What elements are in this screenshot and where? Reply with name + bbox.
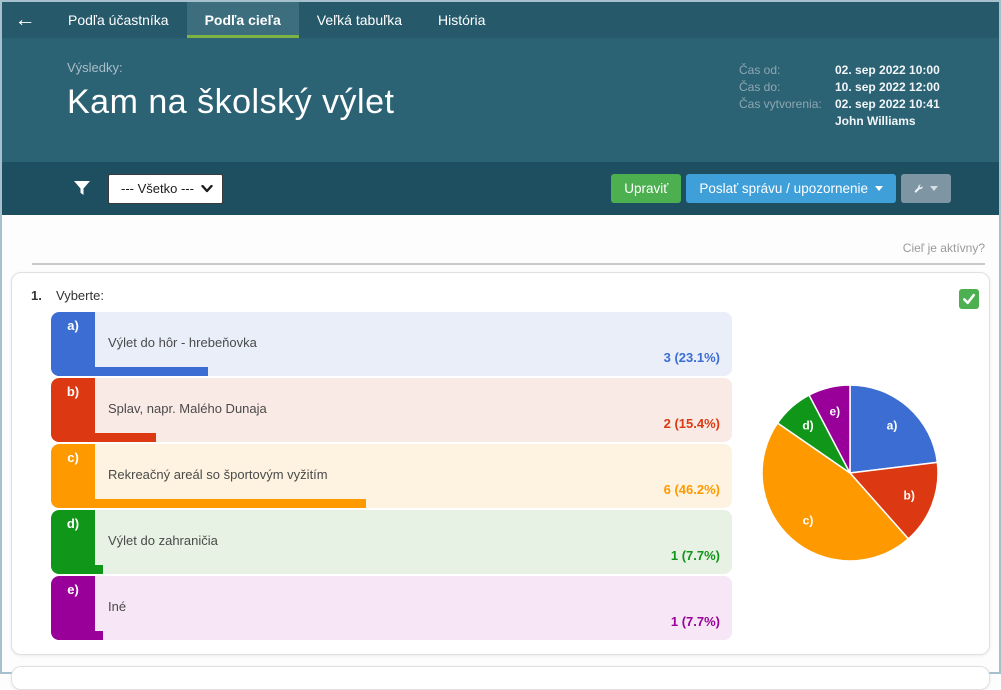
- option-row-c: c) Rekreačný areál so športovým vyžitím 6 …: [51, 444, 732, 508]
- tools-button[interactable]: [901, 174, 951, 203]
- edit-button-label: Upraviť: [624, 181, 668, 196]
- option-label: Rekreačný areál so športovým vyžitím: [108, 467, 328, 482]
- pie-slice-label: c): [803, 513, 814, 527]
- top-nav: ← Podľa účastníkaPodľa cieľaVeľká tabuľk…: [2, 2, 999, 38]
- results-page: { "nav": { "back_icon": "arrow-left", "t…: [0, 0, 1001, 674]
- question-text: Vyberte:: [56, 288, 104, 303]
- option-badge: a): [51, 312, 95, 376]
- toolbar: --- Všetko --- Upraviť Poslať správu / u…: [2, 162, 999, 215]
- check-icon: [962, 293, 976, 305]
- caret-down-icon: [930, 186, 938, 191]
- results-subtitle: Výsledky:: [67, 60, 394, 75]
- filter-funnel-icon[interactable]: [74, 181, 90, 196]
- option-progress-bar: [51, 499, 366, 508]
- pie-slice-label: a): [887, 419, 898, 433]
- meta-label: Čas od:: [739, 62, 835, 79]
- nav-tab-2[interactable]: Veľká tabuľka: [299, 2, 420, 38]
- meta-label: Čas vytvorenia:: [739, 96, 835, 130]
- option-badge: c): [51, 444, 95, 508]
- question-number: 1.: [31, 288, 42, 303]
- option-badge: e): [51, 576, 95, 640]
- option-label: Splav, napr. Malého Dunaja: [108, 401, 267, 416]
- pie-chart: a) b) c) d) e): [760, 383, 940, 563]
- meta-value: 02. sep 2022 10:00: [835, 62, 985, 79]
- next-question-card: [11, 666, 990, 690]
- option-value: 3 (23.1%): [664, 350, 720, 365]
- pie-slice-label: d): [802, 419, 813, 433]
- option-label: Iné: [108, 599, 126, 614]
- option-row-d: d) Výlet do zahraničia 1 (7.7%): [51, 510, 732, 574]
- caret-down-icon: [875, 186, 883, 191]
- nav-tab-0[interactable]: Podľa účastníka: [50, 2, 187, 38]
- time-metadata: Čas od:02. sep 2022 10:00Čas do:10. sep …: [739, 62, 985, 130]
- goal-active-checkbox[interactable]: [959, 289, 979, 309]
- meta-label: Čas do:: [739, 79, 835, 96]
- option-row-e: e) Iné 1 (7.7%): [51, 576, 732, 640]
- results-header: Výsledky: Kam na školský výlet Čas od:02…: [2, 38, 999, 162]
- option-value: 2 (15.4%): [664, 416, 720, 431]
- send-message-label: Poslať správu / upozornenie: [699, 181, 868, 196]
- wrench-icon: [914, 181, 923, 196]
- nav-tab-3[interactable]: História: [420, 2, 503, 38]
- option-value: 1 (7.7%): [671, 614, 720, 629]
- filter-select[interactable]: --- Všetko ---: [108, 174, 223, 204]
- page-title: Kam na školský výlet: [67, 83, 394, 122]
- meta-value: 10. sep 2022 12:00: [835, 79, 985, 96]
- option-row-a: a) Výlet do hôr - hrebeňovka 3 (23.1%): [51, 312, 732, 376]
- option-label: Výlet do zahraničia: [108, 533, 218, 548]
- option-badge: b): [51, 378, 95, 442]
- option-value: 1 (7.7%): [671, 548, 720, 563]
- question-card: 1. Vyberte: a) Výlet do hôr - hrebeňovka 3…: [11, 272, 990, 655]
- option-value: 6 (46.2%): [664, 482, 720, 497]
- option-row-b: b) Splav, napr. Malého Dunaja 2 (15.4%): [51, 378, 732, 442]
- pie-slice-label: e): [829, 405, 840, 419]
- content-area: Cieľ je aktívny? 1. Vyberte: a) Výlet do …: [2, 215, 999, 672]
- nav-tab-1[interactable]: Podľa cieľa: [187, 2, 299, 38]
- option-badge: d): [51, 510, 95, 574]
- back-arrow-icon[interactable]: ←: [2, 2, 48, 38]
- answer-options: a) Výlet do hôr - hrebeňovka 3 (23.1%) b) Sp…: [51, 312, 732, 642]
- pie-slice-label: b): [904, 489, 915, 503]
- meta-value: 02. sep 2022 10:41John Williams: [835, 96, 985, 130]
- title-block: Výsledky: Kam na školský výlet: [67, 60, 394, 122]
- option-label: Výlet do hôr - hrebeňovka: [108, 335, 257, 350]
- edit-button[interactable]: Upraviť: [611, 174, 681, 203]
- send-message-button[interactable]: Poslať správu / upozornenie: [686, 174, 896, 203]
- nav-tabs: Podľa účastníkaPodľa cieľaVeľká tabuľkaH…: [50, 2, 503, 38]
- divider: [32, 263, 985, 265]
- goal-active-label: Cieľ je aktívny?: [903, 241, 985, 255]
- filter-select-value: --- Všetko ---: [121, 181, 194, 196]
- chevron-down-icon: [201, 185, 213, 193]
- toolbar-buttons: Upraviť Poslať správu / upozornenie: [611, 174, 951, 203]
